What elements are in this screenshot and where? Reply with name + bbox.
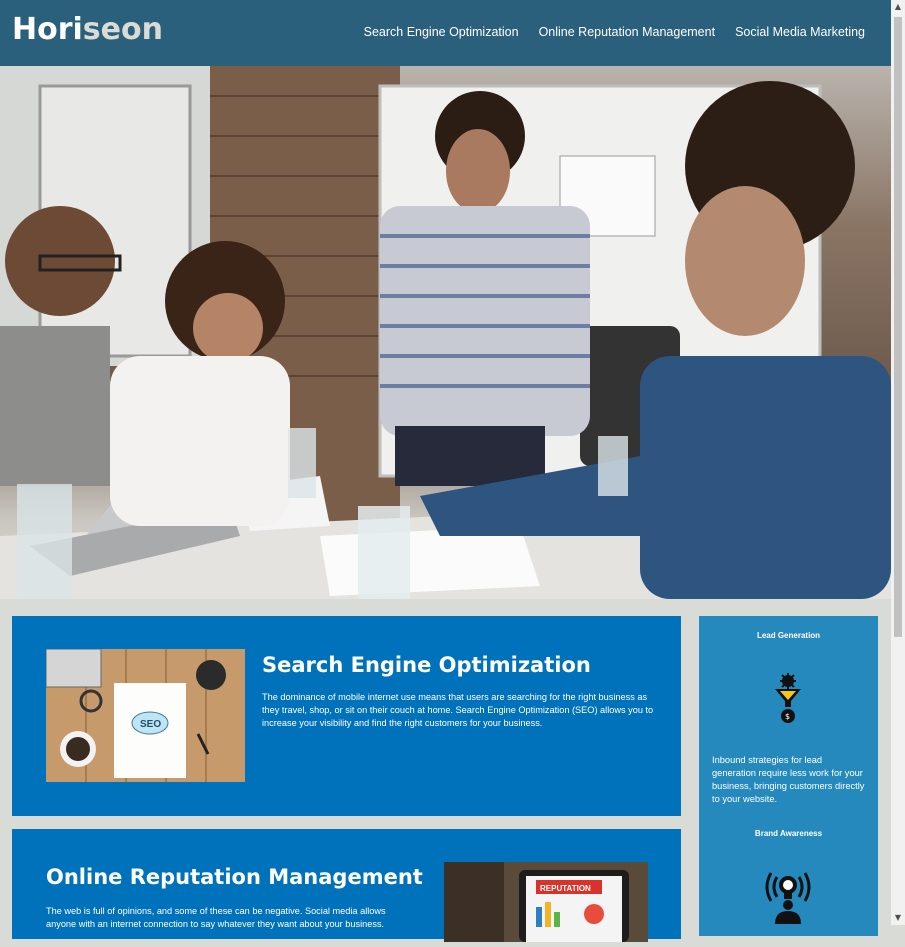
seo-text: The dominance of mobile internet use mea… <box>262 692 654 728</box>
hero-image <box>0 66 891 599</box>
page-scrollbar[interactable]: ▲ ▼ <box>891 0 905 925</box>
logo: Horiseon <box>12 12 163 47</box>
reputation-image-label: REPUTATION <box>540 884 591 893</box>
seo-title: Search Engine Optimization <box>262 653 591 677</box>
content-card-reputation: Online Reputation Management The web is … <box>12 829 681 942</box>
lead-generation-title: Lead Generation <box>756 631 821 640</box>
reputation-image: REPUTATION <box>444 862 648 942</box>
nav-link-seo[interactable]: Search Engine Optimization <box>364 25 519 39</box>
brand-awareness-title: Brand Awareness <box>754 829 823 838</box>
scroll-up-arrow-icon[interactable]: ▲ <box>891 0 905 14</box>
reputation-title: Online Reputation Management <box>46 865 423 889</box>
brand-awareness-icon <box>763 869 813 929</box>
lead-generation-icon: $ <box>773 673 803 730</box>
benefits-sidebar: Lead Generation $ Inbound strategies for… <box>699 616 878 936</box>
scroll-down-arrow-icon[interactable]: ▼ <box>891 911 905 925</box>
scroll-thumb[interactable] <box>894 17 902 637</box>
content-card-seo: SEO Search Engine Optimization The domin… <box>12 616 681 816</box>
svg-text:$: $ <box>785 712 790 721</box>
main-nav: Search Engine Optimization Online Reputa… <box>364 25 865 39</box>
reputation-text: The web is full of opinions, and some of… <box>46 906 386 929</box>
logo-accent: seon <box>82 12 163 47</box>
hero-photo-illustration <box>0 66 891 599</box>
nav-link-social[interactable]: Social Media Marketing <box>735 25 865 39</box>
nav-link-reputation[interactable]: Online Reputation Management <box>539 25 716 39</box>
logo-main: Hori <box>12 12 83 47</box>
lead-generation-text: Inbound strategies for lead generation r… <box>712 755 865 804</box>
seo-image-label: SEO <box>140 719 161 730</box>
seo-image: SEO <box>45 648 245 782</box>
site-header: Horiseon Search Engine Optimization Onli… <box>0 0 891 66</box>
